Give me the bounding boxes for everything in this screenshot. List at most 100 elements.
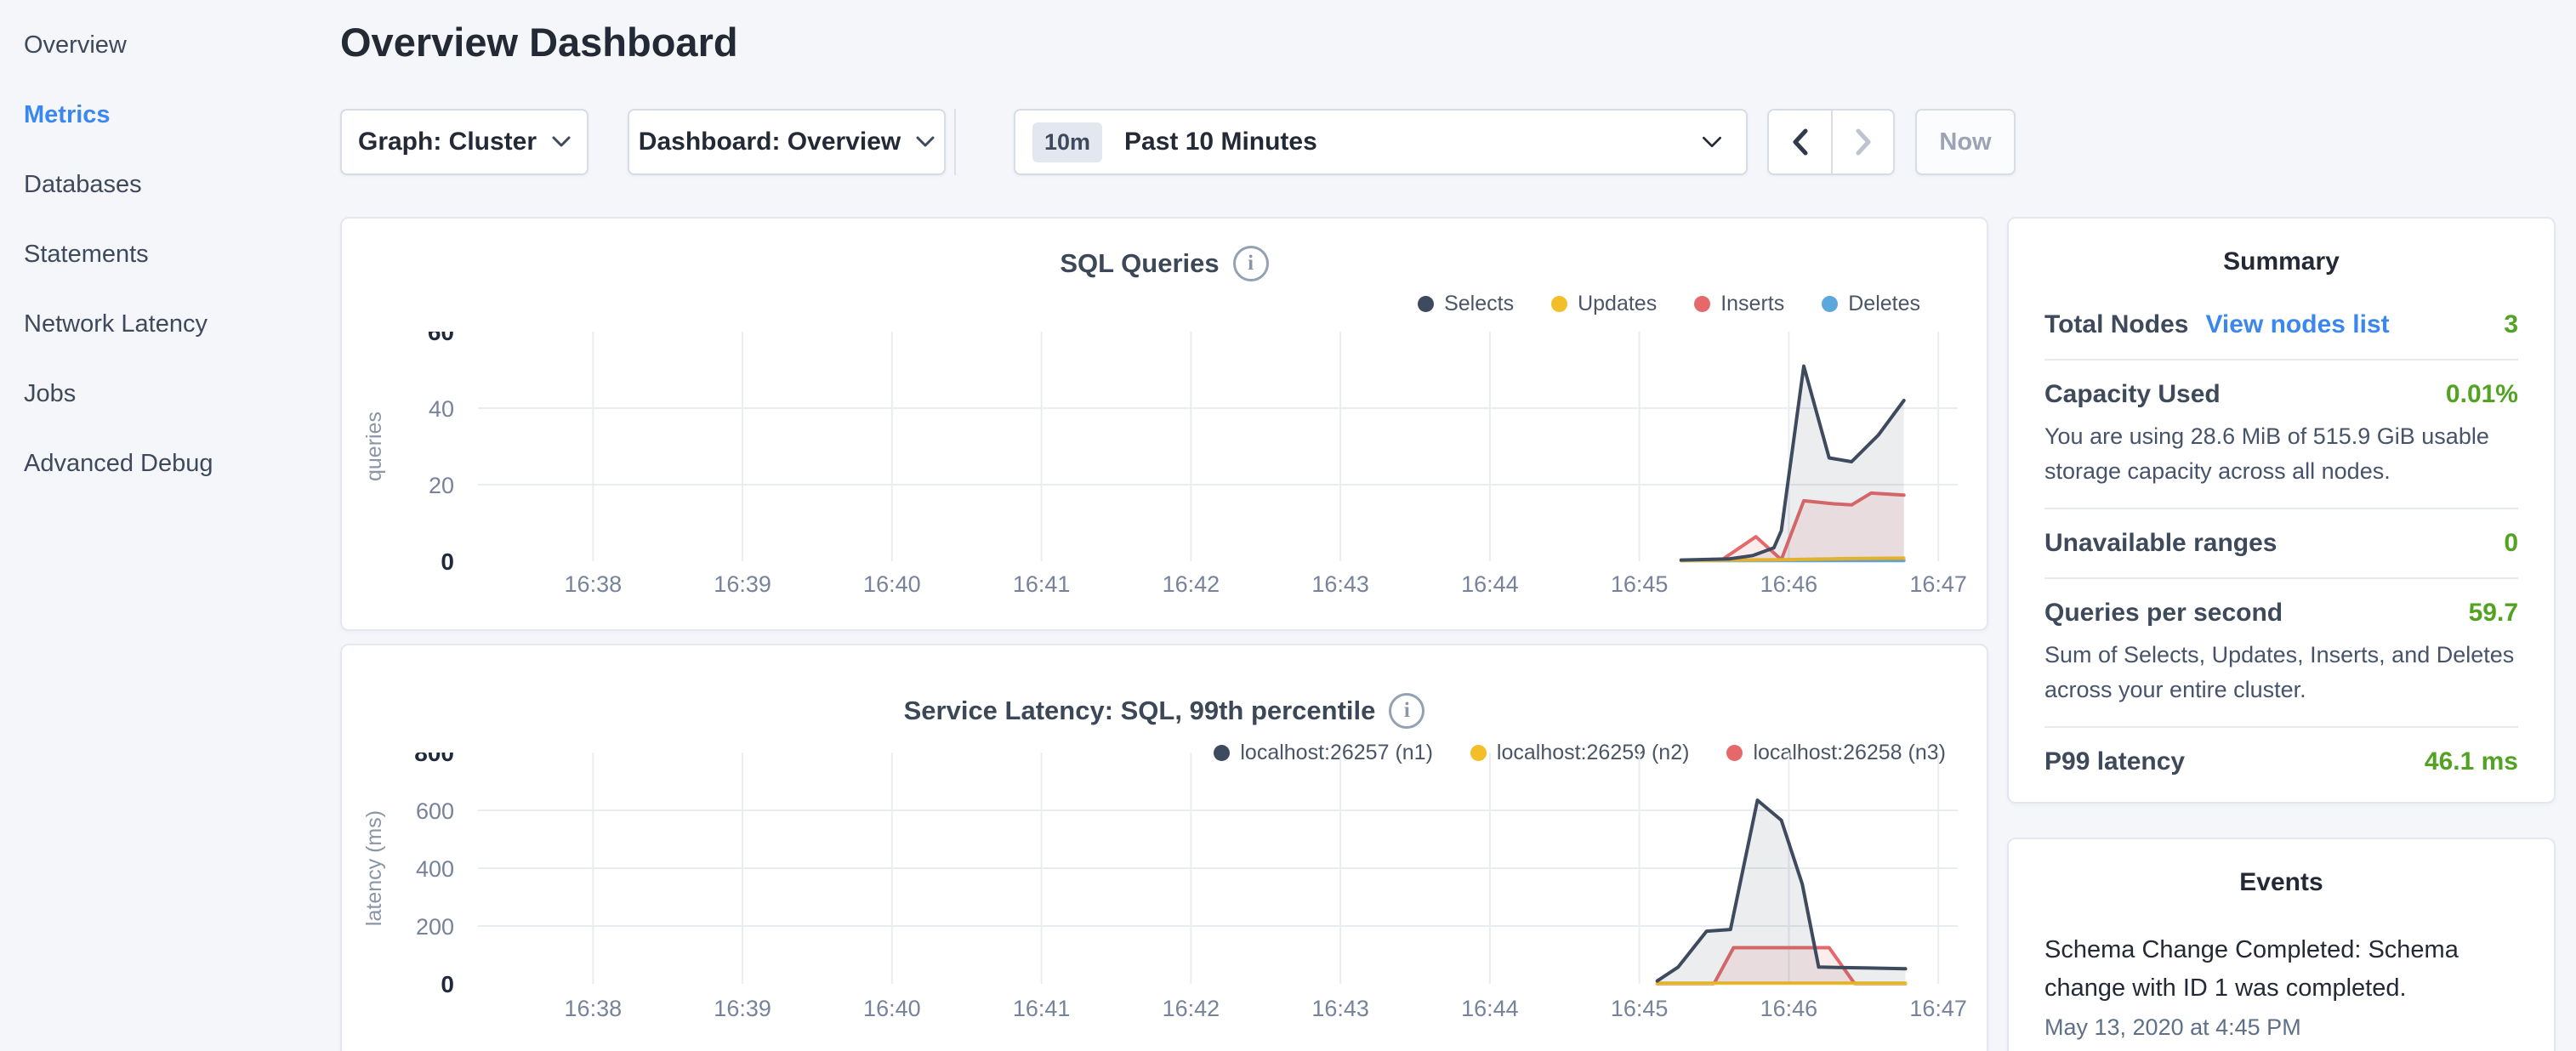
db-console-page: Overview Metrics Databases Statements Ne…: [0, 0, 2576, 1051]
sql-queries-chart-card: SQL Queries i Selects Updates Inserts Delet…: [340, 217, 1988, 631]
svg-text:16:40: 16:40: [863, 571, 921, 597]
next-time-button[interactable]: [1831, 111, 1893, 173]
chevron-down-icon: [1702, 136, 1722, 149]
service-latency-plot[interactable]: 16:3816:3916:4016:4116:4216:4316:4416:45…: [342, 753, 1987, 1051]
sidebar-item-databases[interactable]: Databases: [24, 150, 340, 219]
events-title: Events: [2044, 868, 2518, 897]
divider: [2044, 508, 2518, 509]
svg-text:200: 200: [416, 914, 454, 940]
svg-text:16:39: 16:39: [714, 996, 771, 1021]
chevron-down-icon: [916, 136, 935, 148]
dashboard-dropdown-label: Dashboard: Overview: [639, 128, 901, 156]
summary-value: 3: [2504, 310, 2518, 339]
divider: [2044, 577, 2518, 579]
summary-description: You are using 28.6 MiB of 515.9 GiB usab…: [2044, 419, 2518, 488]
sql-queries-plot[interactable]: 16:38 16:39 16:40 16:41 16:42 16:43 16:44 16:45…: [342, 332, 1987, 635]
chevron-down-icon: [552, 136, 571, 148]
svg-text:16:46: 16:46: [1760, 996, 1818, 1021]
summary-label: Queries per second: [2044, 599, 2283, 628]
divider: [2044, 726, 2518, 728]
summary-row-unavailable-ranges: Unavailable ranges 0: [2044, 529, 2518, 558]
divider: [2044, 359, 2518, 361]
svg-text:40: 40: [429, 396, 454, 422]
chevron-right-icon: [1855, 128, 1872, 156]
chevron-left-icon: [1792, 128, 1809, 156]
info-icon[interactable]: i: [1389, 693, 1424, 729]
graph-scope-dropdown-label: Graph: Cluster: [358, 128, 537, 156]
event-item[interactable]: Schema Change Completed: Schema change w…: [2044, 931, 2518, 1041]
sidebar-item-metrics[interactable]: Metrics: [24, 80, 340, 150]
summary-value: 0: [2504, 529, 2518, 558]
svg-text:16:41: 16:41: [1013, 996, 1071, 1021]
info-icon[interactable]: i: [1233, 246, 1269, 281]
summary-row-queries-per-second: Queries per second 59.7 Sum of Selects, …: [2044, 599, 2518, 707]
svg-text:queries: queries: [362, 412, 386, 481]
svg-text:600: 600: [416, 798, 454, 824]
sidebar-item-jobs[interactable]: Jobs: [24, 359, 340, 429]
svg-text:16:41: 16:41: [1013, 571, 1071, 597]
chart-title: SQL Queries: [1060, 248, 1219, 279]
svg-text:16:38: 16:38: [565, 571, 623, 597]
event-timestamp: May 13, 2020 at 4:45 PM: [2044, 1014, 2518, 1041]
sidebar: Overview Metrics Databases Statements Ne…: [0, 0, 340, 498]
sidebar-item-overview[interactable]: Overview: [24, 10, 340, 80]
sidebar-item-statements[interactable]: Statements: [24, 219, 340, 289]
time-window-badge: 10m: [1032, 122, 1102, 162]
svg-text:20: 20: [429, 473, 454, 498]
summary-label: Capacity Used: [2044, 380, 2221, 409]
svg-text:16:47: 16:47: [1909, 996, 1967, 1021]
svg-text:16:43: 16:43: [1311, 571, 1369, 597]
svg-text:0: 0: [441, 971, 454, 997]
svg-text:16:46: 16:46: [1760, 571, 1818, 597]
sidebar-item-advanced-debug[interactable]: Advanced Debug: [24, 429, 340, 498]
svg-text:16:45: 16:45: [1611, 996, 1669, 1021]
summary-panel: Summary Total Nodes View nodes list 3 Ca…: [2007, 217, 2556, 804]
toolbar-divider: [954, 109, 956, 175]
legend-item: Inserts: [1694, 292, 1784, 316]
legend-dot-icon: [1418, 296, 1434, 312]
previous-time-button[interactable]: [1769, 111, 1831, 173]
chart-legend: Selects Updates Inserts Deletes: [1418, 292, 1920, 316]
svg-text:16:44: 16:44: [1461, 996, 1519, 1021]
summary-label: Total Nodes: [2044, 310, 2188, 339]
legend-item: Updates: [1551, 292, 1657, 316]
time-range-selector[interactable]: 10m Past 10 Minutes: [1014, 109, 1748, 175]
svg-text:800: 800: [414, 753, 454, 766]
sidebar-item-network-latency[interactable]: Network Latency: [24, 289, 340, 359]
svg-text:latency (ms): latency (ms): [362, 810, 386, 926]
svg-text:16:43: 16:43: [1311, 996, 1369, 1021]
legend-item: Deletes: [1822, 292, 1920, 316]
graph-scope-dropdown[interactable]: Graph: Cluster: [340, 109, 589, 175]
chart-title: Service Latency: SQL, 99th percentile: [904, 696, 1376, 726]
svg-text:16:44: 16:44: [1461, 571, 1519, 597]
summary-label: Unavailable ranges: [2044, 529, 2277, 558]
summary-value: 59.7: [2469, 599, 2518, 628]
summary-row-capacity-used: Capacity Used 0.01% You are using 28.6 M…: [2044, 380, 2518, 488]
view-nodes-list-link[interactable]: View nodes list: [2205, 310, 2389, 339]
legend-dot-icon: [1551, 296, 1567, 312]
svg-text:16:45: 16:45: [1611, 571, 1669, 597]
summary-label: P99 latency: [2044, 747, 2185, 776]
dashboard-dropdown[interactable]: Dashboard: Overview: [628, 109, 946, 175]
svg-text:16:40: 16:40: [863, 996, 921, 1021]
svg-text:0: 0: [441, 548, 454, 575]
legend-dot-icon: [1694, 296, 1710, 312]
event-message: Schema Change Completed: Schema change w…: [2044, 931, 2518, 1008]
svg-text:60: 60: [428, 332, 454, 345]
summary-row-total-nodes: Total Nodes View nodes list 3: [2044, 310, 2518, 339]
now-button[interactable]: Now: [1915, 109, 2016, 175]
svg-text:16:39: 16:39: [714, 571, 771, 597]
summary-description: Sum of Selects, Updates, Inserts, and De…: [2044, 638, 2518, 707]
events-panel: Events Schema Change Completed: Schema c…: [2007, 838, 2556, 1051]
summary-value: 46.1 ms: [2425, 747, 2518, 776]
service-latency-chart-card: Service Latency: SQL, 99th percentile i …: [340, 644, 1988, 1051]
time-step-buttons: [1767, 109, 1895, 175]
legend-item: Selects: [1418, 292, 1514, 316]
svg-text:16:42: 16:42: [1163, 996, 1220, 1021]
summary-row-p99-latency: P99 latency 46.1 ms: [2044, 747, 2518, 776]
time-range-label: Past 10 Minutes: [1124, 128, 1680, 156]
summary-value: 0.01%: [2446, 380, 2518, 409]
legend-dot-icon: [1822, 296, 1838, 312]
svg-text:16:42: 16:42: [1163, 571, 1220, 597]
svg-text:16:47: 16:47: [1909, 571, 1967, 597]
